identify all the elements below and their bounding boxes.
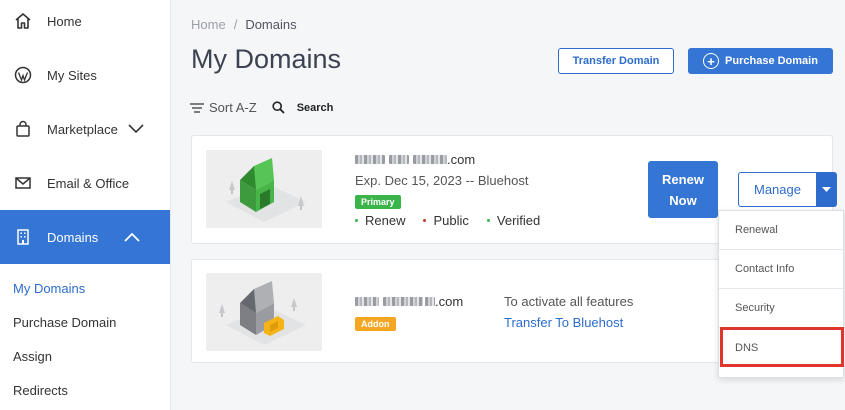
sidebar-item-label: Marketplace: [47, 121, 118, 137]
domain-statuses: Renew Public Verified: [355, 213, 558, 228]
domain-thumbnail: [206, 273, 322, 351]
renew-label: Renew: [662, 171, 704, 187]
chevron-down-icon[interactable]: [128, 121, 144, 137]
breadcrumb-home[interactable]: Home: [191, 17, 226, 32]
redacted-text: [355, 155, 385, 164]
search-label: Search: [296, 101, 334, 114]
status-public: Public: [423, 213, 469, 228]
redacted-text: [355, 297, 379, 306]
shopping-bag-icon: [13, 119, 33, 139]
sidebar: Home My Sites Marketplace Email & Office…: [0, 0, 171, 410]
status-label: Verified: [496, 213, 541, 228]
wordpress-icon: [13, 65, 33, 85]
sidebar-item-email-office[interactable]: Email & Office: [0, 156, 170, 210]
toolbar: Sort A-Z Search: [190, 100, 333, 115]
domain-name[interactable]: .com: [355, 294, 463, 309]
sort-label: Sort A-Z: [209, 100, 257, 115]
manage-split-button: Manage: [738, 172, 837, 207]
status-dot: [355, 219, 358, 222]
sidebar-item-label: Email & Office: [47, 175, 130, 191]
green-house-icon: [226, 158, 306, 222]
addon-badge: Addon: [355, 317, 396, 331]
caret-down-icon[interactable]: [816, 172, 837, 207]
primary-badge: Primary: [355, 195, 401, 209]
sidebar-item-label: My Sites: [47, 67, 97, 83]
gray-house-icon: [219, 281, 306, 345]
chevron-up-icon[interactable]: [124, 229, 140, 245]
home-icon: [13, 11, 33, 31]
domain-tld: .com: [435, 294, 464, 309]
envelope-icon: [13, 173, 33, 193]
manage-button[interactable]: Manage: [738, 172, 816, 207]
sidebar-item-label: Home: [47, 13, 82, 29]
sidebar-subitem-assign[interactable]: Assign: [13, 349, 52, 364]
sidebar-item-marketplace[interactable]: Marketplace: [0, 102, 170, 156]
redacted-text: [383, 297, 423, 306]
menu-item-security[interactable]: Security: [719, 289, 843, 328]
sidebar-item-label: Domains: [47, 229, 99, 245]
domain-thumbnail: [206, 150, 322, 228]
sidebar-item-my-sites[interactable]: My Sites: [0, 48, 170, 102]
domain-expiry: Exp. Dec 15, 2023 -- Bluehost: [355, 173, 529, 188]
purchase-domain-button[interactable]: + Purchase Domain: [688, 48, 833, 74]
breadcrumb-separator: /: [233, 17, 238, 32]
menu-item-contact-info[interactable]: Contact Info: [719, 250, 843, 289]
domain-tld: .com: [447, 152, 476, 167]
search-icon: [272, 101, 285, 114]
plus-circle-icon: +: [703, 53, 720, 69]
transfer-to-bluehost-link[interactable]: Transfer To Bluehost: [504, 315, 623, 330]
renew-now-button[interactable]: Renew Now: [648, 161, 718, 218]
status-label: Public: [433, 213, 469, 228]
status-label: Renew: [365, 213, 406, 228]
redacted-text: [389, 155, 409, 164]
status-verified: Verified: [486, 213, 541, 228]
sidebar-subitem-redirects[interactable]: Redirects: [13, 383, 68, 398]
page-title: My Domains: [191, 44, 342, 74]
status-dot: [486, 219, 490, 222]
redacted-text: [413, 155, 447, 164]
sidebar-item-domains[interactable]: Domains: [0, 210, 170, 264]
purchase-domain-label: Purchase Domain: [725, 55, 818, 67]
sidebar-subitem-my-domains[interactable]: My Domains: [13, 281, 85, 296]
menu-item-renewal[interactable]: Renewal: [719, 211, 843, 250]
status-renew: Renew: [355, 213, 405, 228]
redacted-text: [425, 297, 435, 306]
now-label: Now: [669, 192, 697, 208]
sidebar-item-home[interactable]: Home: [0, 0, 170, 48]
search-button[interactable]: Search: [272, 101, 334, 114]
manage-dropdown-menu: Renewal Contact Info Security DNS: [718, 210, 844, 378]
transfer-domain-button[interactable]: Transfer Domain: [558, 48, 674, 74]
activate-text: To activate all features: [504, 294, 634, 309]
sidebar-subitem-purchase-domain[interactable]: Purchase Domain: [13, 315, 116, 330]
sort-button[interactable]: Sort A-Z: [190, 100, 257, 115]
sort-icon: [190, 102, 204, 113]
menu-item-dns[interactable]: DNS: [719, 328, 843, 367]
status-dot: [423, 219, 427, 222]
building-icon: [13, 227, 33, 247]
breadcrumb-current: Domains: [245, 17, 297, 32]
breadcrumb: Home / Domains: [191, 17, 297, 32]
domain-name[interactable]: .com: [355, 152, 475, 167]
